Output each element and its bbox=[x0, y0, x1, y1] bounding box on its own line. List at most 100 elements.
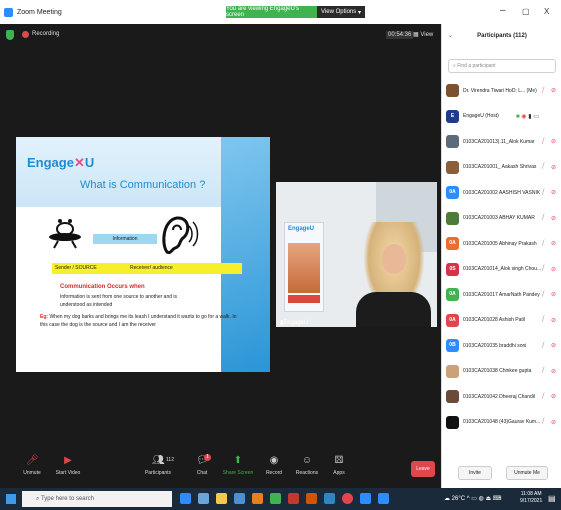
notifications-icon[interactable]: ▤ bbox=[548, 494, 556, 503]
participant-row[interactable]: 0A 0103CA201005 Abhinay Prakash ⧸ ⊘ bbox=[442, 231, 561, 257]
app-icon[interactable] bbox=[288, 493, 299, 504]
tray-icons: ^ ▭ ◍ ⏏ ⌨ bbox=[466, 496, 502, 502]
participant-row[interactable]: Dr. Virendra Tiwari HoD; L... (Me) ⧸ ⊘ bbox=[442, 78, 561, 104]
zoom-taskbar-icon[interactable] bbox=[378, 493, 389, 504]
grid-icon: ▦ bbox=[413, 32, 419, 38]
chat-button[interactable]: 💬︎ Chat bbox=[182, 455, 222, 476]
taskbar-search-input[interactable]: ⌕ Type here to search bbox=[22, 491, 172, 507]
windows-start-icon[interactable] bbox=[6, 494, 16, 504]
view-options-button[interactable]: View Options ▾ bbox=[317, 6, 365, 18]
meeting-toolbar: 🎤︎ Unmute ▶ Start Video 👥︎ Participants 112… bbox=[0, 451, 441, 488]
weather-widget[interactable]: ☁ 26°C ^ ▭ ◍ ⏏ ⌨ bbox=[444, 495, 501, 502]
file-explorer-icon[interactable] bbox=[216, 493, 227, 504]
mic-on-icon: ▮ bbox=[528, 113, 532, 120]
view-options-label: View Options bbox=[321, 9, 357, 15]
recording-status-icon: ◉ bbox=[521, 113, 527, 120]
participants-count: 112 bbox=[166, 457, 174, 463]
slide-subheading: Communication Occurs when bbox=[60, 284, 145, 290]
participant-name: EngageU (Host) bbox=[463, 113, 499, 120]
participant-row[interactable]: 0103CA201038 Chinkee gupta ⧸ ⊘ bbox=[442, 359, 561, 385]
camera-off-icon: ⊘ bbox=[551, 139, 557, 146]
chrome-icon[interactable] bbox=[270, 493, 281, 504]
unmute-button[interactable]: 🎤︎ Unmute bbox=[12, 455, 52, 476]
avatar: 0A bbox=[446, 237, 459, 251]
view-button[interactable]: ▦ View bbox=[413, 31, 433, 38]
minimize-button[interactable]: – bbox=[500, 5, 506, 16]
avatar: 0A bbox=[446, 313, 459, 327]
participant-name: 0103CA201013).11_Alok Kumar bbox=[463, 138, 535, 145]
search-icon: ⌕ bbox=[36, 496, 40, 502]
invite-button[interactable]: Invite bbox=[458, 466, 492, 480]
shield-icon[interactable] bbox=[6, 30, 14, 40]
participant-row[interactable]: 0A 0103CA201017 AmarNath Pandey ⧸ ⊘ bbox=[442, 282, 561, 308]
close-button[interactable]: X bbox=[544, 7, 549, 16]
participant-list: Dr. Virendra Tiwari HoD; L... (Me) ⧸ ⊘ E Eng… bbox=[442, 78, 561, 435]
viewing-screen-banner: You are viewing EngageU's screen bbox=[226, 6, 317, 18]
avatar bbox=[446, 84, 459, 98]
mic-muted-icon: ⧸ bbox=[542, 163, 545, 171]
camera-off-icon: ⊘ bbox=[551, 317, 557, 324]
app-icon[interactable] bbox=[324, 493, 335, 504]
participant-row[interactable]: 0103CA201003 ABHAY KUMAR ⧸ ⊘ bbox=[442, 206, 561, 232]
participant-row[interactable]: 0103CA201001_ Aakash Shrivas ⧸ ⊘ bbox=[442, 155, 561, 181]
mic-muted-icon: ⧸ bbox=[542, 367, 545, 375]
camera-off-icon: ⊘ bbox=[551, 164, 557, 171]
word-icon[interactable] bbox=[360, 493, 371, 504]
leave-button[interactable]: Leave bbox=[411, 461, 435, 477]
zoom-window: Zoom Meeting You are viewing EngageU's s… bbox=[0, 0, 561, 510]
status-bar: Recording 00:54:36 ▦ View bbox=[0, 24, 441, 46]
chevron-down-icon: ▾ bbox=[357, 9, 361, 16]
camera-off-icon: ⊘ bbox=[551, 266, 557, 273]
participant-row[interactable]: 0A 0103CA201028 Ashish Patil ⧸ ⊘ bbox=[442, 308, 561, 334]
edge-icon[interactable] bbox=[180, 493, 191, 504]
participant-row[interactable]: E EngageU (Host) ■ ◉ ▮ ▭ bbox=[442, 104, 561, 130]
camera-off-icon: ⊘ bbox=[551, 241, 557, 248]
mic-muted-icon: ⧸ bbox=[542, 290, 545, 298]
apps-button[interactable]: ⚄ Apps bbox=[319, 455, 359, 476]
participant-row[interactable]: 0103CA201013).11_Alok Kumar ⧸ ⊘ bbox=[442, 129, 561, 155]
participants-panel: ⌄ Participants (112) ⌕ Find a participan… bbox=[441, 24, 561, 488]
roles-strip: Sender / SOURCE Receiver/ audience bbox=[52, 263, 242, 274]
participant-row[interactable]: 0A 0103CA201002 AASHISH VASNIK ⧸ ⊘ bbox=[442, 180, 561, 206]
participant-name: 0103CA201002 AASHISH VASNIK bbox=[463, 189, 541, 196]
shared-slide: Engage✕U What is Communication ? Informa… bbox=[16, 137, 270, 372]
share-screen-icon: ⬆ bbox=[233, 455, 243, 466]
unmute-me-button[interactable]: Unmute Me bbox=[506, 466, 548, 480]
store-icon[interactable] bbox=[198, 493, 209, 504]
participant-name: 0103CA201005 Abhinay Prakash bbox=[463, 240, 537, 247]
firefox-icon[interactable] bbox=[252, 493, 263, 504]
participant-row[interactable]: 0S 0103CA201014_Alok singh Chou... ⧸ ⊘ bbox=[442, 257, 561, 283]
camera-off-icon: ▶ bbox=[64, 455, 72, 466]
engageu-logo: Engage✕U bbox=[27, 155, 95, 170]
app-icon[interactable] bbox=[306, 493, 317, 504]
speaker-video-tile[interactable]: EngageU ▮EngageU bbox=[276, 182, 437, 327]
camera-off-icon: ⊘ bbox=[551, 215, 557, 222]
slide-example: Eg: When my dog barks and brings me its … bbox=[40, 314, 237, 328]
maximize-button[interactable]: ▢ bbox=[522, 7, 530, 16]
participant-name: 0103CA201035 braddhi soni bbox=[463, 342, 527, 349]
opera-icon[interactable] bbox=[342, 493, 353, 504]
avatar bbox=[446, 364, 459, 378]
participant-row[interactable]: 0103CA201042 Dheeraj Chandil ⧸ ⊘ bbox=[442, 384, 561, 410]
share-status-icon: ■ bbox=[516, 113, 520, 120]
participants-icon: 👥︎ bbox=[152, 455, 165, 466]
panel-footer: Invite Unmute Me bbox=[442, 458, 561, 488]
title-bar: Zoom Meeting You are viewing EngageU's s… bbox=[0, 0, 561, 24]
taskbar-clock[interactable]: 11:08 AM 9/17/2021 bbox=[520, 491, 542, 505]
avatar bbox=[446, 135, 459, 149]
slide-title: What is Communication ? bbox=[80, 179, 206, 191]
participant-name: Dr. Virendra Tiwari HoD; L... (Me) bbox=[463, 87, 537, 94]
start-video-button[interactable]: ▶ Start Video bbox=[48, 455, 88, 476]
mail-icon[interactable] bbox=[234, 493, 245, 504]
view-button-label: View bbox=[420, 32, 434, 38]
participant-row[interactable]: 0B 0103CA201035 braddhi soni ⧸ ⊘ bbox=[442, 333, 561, 359]
camera-off-icon: ⊘ bbox=[551, 343, 557, 350]
avatar bbox=[446, 211, 459, 225]
record-icon: ◉ bbox=[269, 455, 279, 466]
share-screen-button[interactable]: ⬆ Share Screen bbox=[218, 455, 258, 476]
mic-muted-icon: ⧸ bbox=[542, 265, 545, 273]
mic-muted-icon: ⧸ bbox=[542, 214, 545, 222]
participant-name: 0103CA201048 (43)Gaurav Kum... bbox=[463, 419, 541, 426]
participant-search-input[interactable]: ⌕ Find a participant bbox=[448, 59, 556, 73]
participant-row[interactable]: 0103CA201048 (43)Gaurav Kum... ⧸ ⊘ bbox=[442, 410, 561, 436]
